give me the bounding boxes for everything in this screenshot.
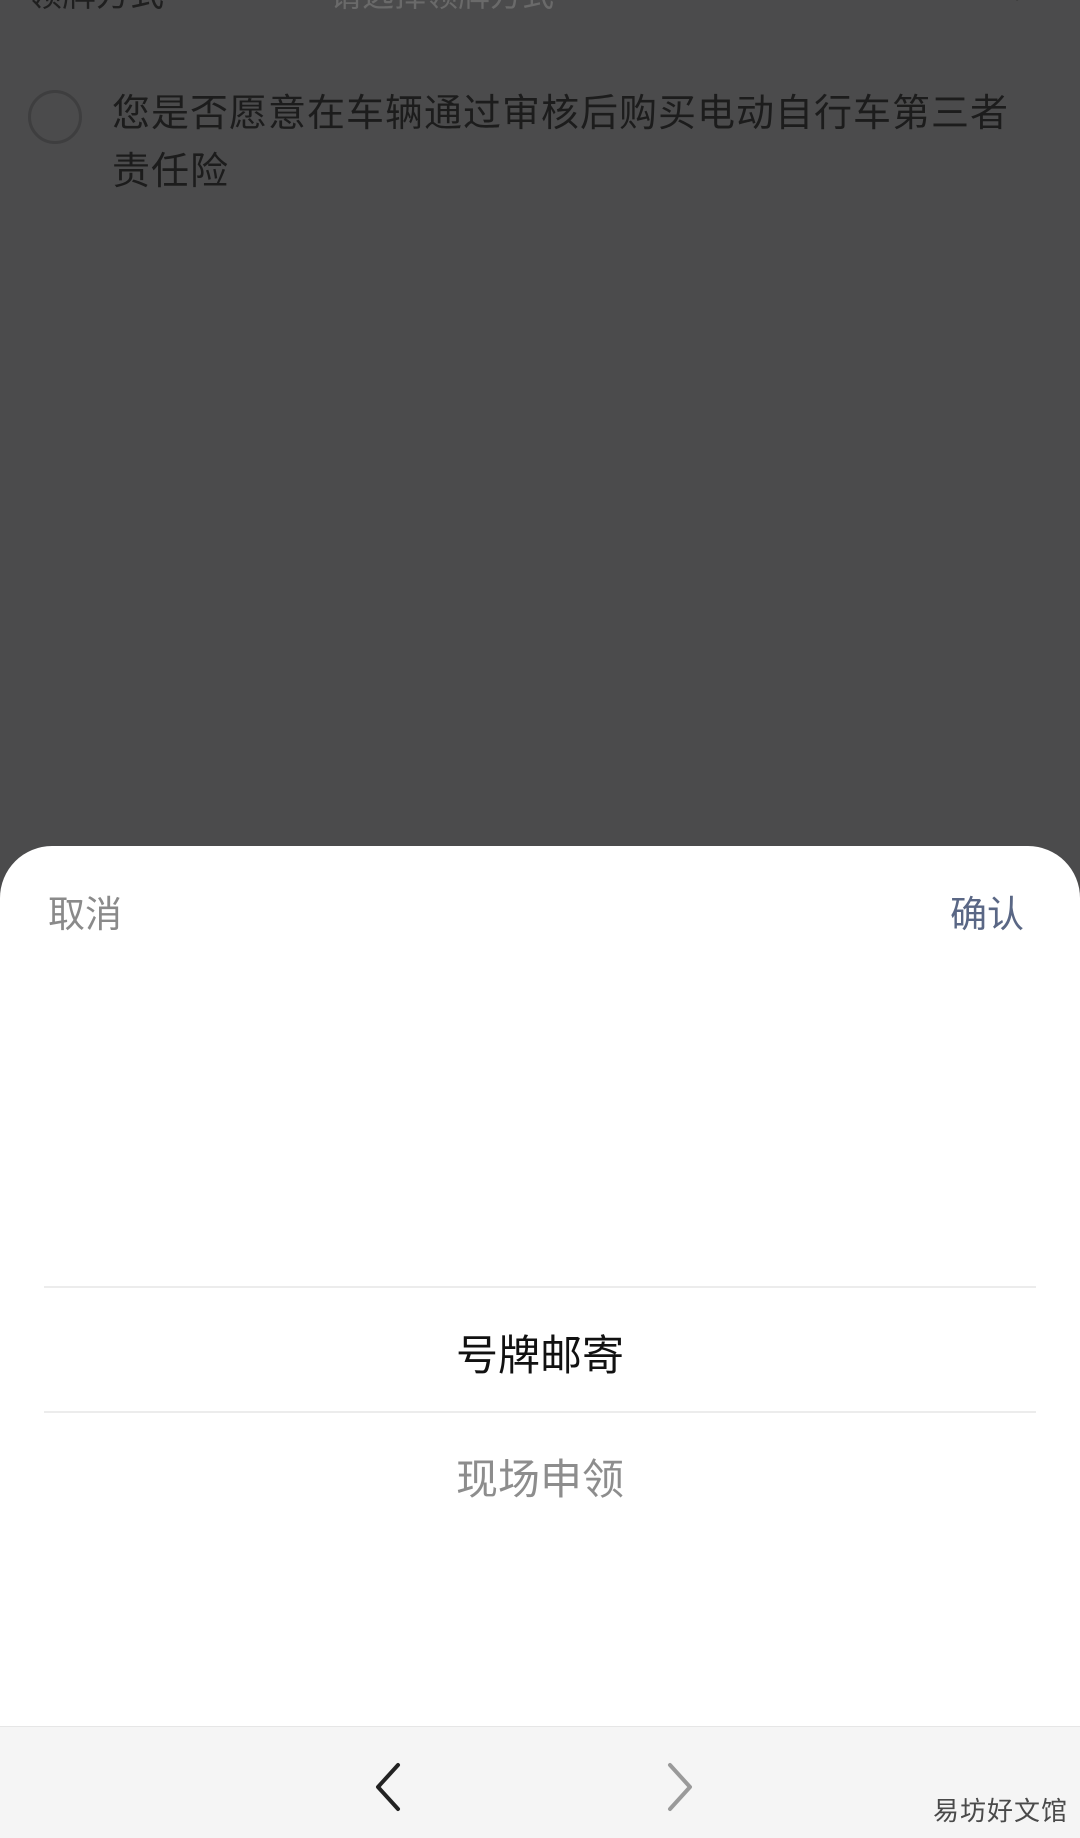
plate-method-row[interactable]: 领牌方式 请选择领牌方式 bbox=[0, 0, 1080, 18]
insurance-option-text: 您是否愿意在车辆通过审核后购买电动自行车第三者责任险 bbox=[112, 91, 1010, 193]
radio-button[interactable] bbox=[28, 90, 82, 144]
plate-method-label: 领牌方式 bbox=[28, 0, 164, 18]
chevron-right-icon bbox=[1016, 0, 1019, 2]
watermark: 易坊好文馆 bbox=[932, 1797, 1068, 1827]
browser-bottom-bar: 易坊好文馆 bbox=[0, 1726, 1080, 1838]
picker-selection-line-top bbox=[44, 1286, 1036, 1288]
cancel-button[interactable]: 取消 bbox=[48, 884, 122, 938]
confirm-button[interactable]: 确认 bbox=[950, 884, 1024, 938]
picker-selection-line-bottom bbox=[44, 1411, 1036, 1413]
dimmed-form-background: 领牌方式 请选择领牌方式 您是否愿意在车辆通过审核后购买电动自行车第三者责任险 bbox=[0, 0, 1080, 850]
picker-option-onsite[interactable]: 现场申领 bbox=[0, 1446, 1080, 1507]
picker-sheet: 取消 确认 号牌邮寄 现场申领 bbox=[0, 846, 1080, 1726]
picker-option-mail[interactable]: 号牌邮寄 bbox=[0, 1322, 1080, 1383]
forward-arrow-icon[interactable] bbox=[648, 1757, 708, 1817]
insurance-option[interactable]: 您是否愿意在车辆通过审核后购买电动自行车第三者责任险 bbox=[28, 84, 1038, 214]
back-arrow-icon[interactable] bbox=[360, 1757, 420, 1817]
plate-method-placeholder: 请选择领牌方式 bbox=[330, 0, 554, 18]
